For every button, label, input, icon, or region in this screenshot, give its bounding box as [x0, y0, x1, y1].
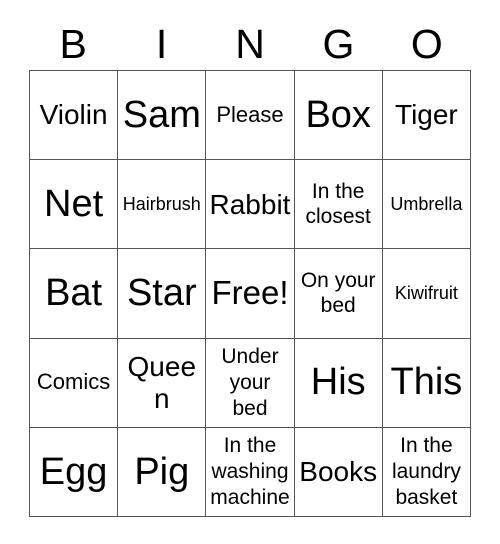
bingo-cell[interactable]: In the laundry basket	[382, 427, 471, 517]
bingo-cell[interactable]: Net	[30, 160, 119, 250]
bingo-cell[interactable]: Umbrella	[382, 160, 471, 250]
bingo-cell-label: On your bed	[300, 268, 376, 318]
bingo-cell[interactable]: This	[382, 338, 471, 428]
bingo-cell-label: Star	[126, 272, 197, 315]
bingo-cell-label: Violin	[39, 99, 108, 131]
bingo-cell[interactable]: Under your bed	[206, 338, 295, 428]
bingo-cell[interactable]: His	[294, 338, 383, 428]
bingo-cell[interactable]: Star	[118, 249, 207, 339]
bingo-cell-label: Books	[299, 456, 378, 488]
bingo-cell-label: His	[310, 361, 366, 404]
bingo-cell-label: Kiwifruit	[394, 283, 458, 304]
bingo-cell[interactable]: Bat	[30, 249, 119, 339]
bingo-cell-label: In the laundry basket	[391, 434, 461, 509]
bingo-cell[interactable]: Books	[294, 427, 383, 517]
bingo-cell-label: Queen	[127, 351, 197, 414]
bingo-cell-label: Please	[216, 101, 284, 127]
bingo-cell-label: Net	[44, 183, 104, 226]
bingo-cell[interactable]: Sam	[118, 71, 207, 161]
bingo-cell[interactable]: Violin	[30, 71, 119, 161]
header-letter-g: G	[322, 20, 355, 67]
bingo-cell[interactable]: Tiger	[382, 71, 471, 161]
header-letter-n: N	[235, 20, 265, 67]
bingo-cell-label: Box	[305, 93, 371, 136]
bingo-cell[interactable]: Comics	[30, 338, 119, 428]
bingo-free-label: Free!	[211, 274, 289, 312]
header-letter-o: O	[410, 20, 443, 67]
bingo-cell[interactable]: Please	[206, 71, 295, 161]
header-letter-b: B	[59, 20, 87, 67]
bingo-header-row: B I N G O	[29, 18, 471, 70]
bingo-cell-label: Sam	[122, 93, 201, 136]
bingo-cell-label: Umbrella	[390, 194, 463, 215]
bingo-cell[interactable]: In the closest	[294, 160, 383, 250]
bingo-grid: Violin Sam Please Box Tiger Net Hairbrus…	[29, 70, 471, 517]
bingo-cell[interactable]: Hairbrush	[118, 160, 207, 250]
bingo-cell-label: Comics	[36, 369, 111, 395]
bingo-cell-label: Egg	[39, 450, 108, 493]
bingo-cell[interactable]: In the washing machine	[206, 427, 295, 517]
header-letter-i: I	[155, 20, 168, 67]
bingo-card: B I N G O Violin Sam Please Box Tiger Ne…	[0, 0, 500, 544]
bingo-cell-label: Tiger	[395, 99, 458, 131]
bingo-cell-label: Under your bed	[221, 345, 279, 420]
bingo-cell[interactable]: Box	[294, 71, 383, 161]
bingo-cell[interactable]: Pig	[118, 427, 207, 517]
bingo-cell-label: Hairbrush	[122, 194, 201, 215]
bingo-cell-label: In the washing machine	[210, 434, 290, 509]
bingo-cell[interactable]: Kiwifruit	[382, 249, 471, 339]
bingo-cell[interactable]: On your bed	[294, 249, 383, 339]
bingo-cell-label: Bat	[45, 272, 103, 315]
bingo-cell[interactable]: Rabbit	[206, 160, 295, 250]
bingo-cell-label: Rabbit	[209, 188, 291, 220]
bingo-cell[interactable]: Queen	[118, 338, 207, 428]
bingo-cell-label: Pig	[134, 450, 190, 493]
bingo-cell-label: This	[390, 361, 463, 404]
bingo-free-cell[interactable]: Free!	[206, 249, 295, 339]
bingo-cell[interactable]: Egg	[30, 427, 119, 517]
bingo-cell-label: In the closest	[305, 179, 371, 229]
